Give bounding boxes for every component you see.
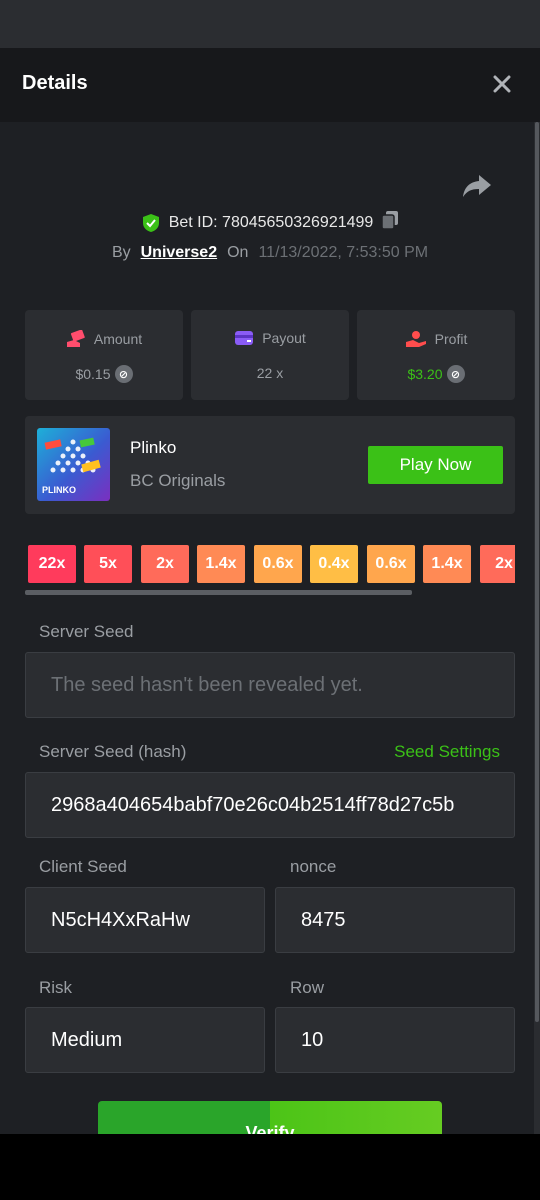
close-button[interactable] bbox=[486, 68, 518, 100]
multiplier-chip: 2x bbox=[480, 545, 515, 583]
payout-value: 22 x bbox=[256, 365, 284, 381]
amount-card: Amount $0.15 ⊘ bbox=[25, 310, 183, 400]
row-label: Row bbox=[290, 978, 325, 997]
modal-title: Details bbox=[22, 72, 88, 94]
share-button[interactable] bbox=[461, 172, 493, 200]
payout-card: Payout 22 x bbox=[191, 310, 349, 400]
verified-shield-icon bbox=[142, 213, 159, 232]
username-link[interactable]: Universe2 bbox=[141, 244, 218, 262]
game-provider: BC Originals bbox=[130, 471, 226, 490]
on-label: On bbox=[227, 244, 249, 261]
game-card: PLINKO Plinko BC Originals Play Now bbox=[25, 416, 515, 514]
bet-byline: By Universe2 On 11/13/2022, 7:53:50 PM bbox=[0, 244, 540, 262]
plinko-thumbnail[interactable]: PLINKO bbox=[37, 428, 110, 501]
client-seed-field[interactable]: N5cH4XxRaHw bbox=[25, 887, 265, 953]
modal-scrollbar[interactable] bbox=[534, 122, 540, 1134]
multiplier-chip: 0.6x bbox=[367, 545, 415, 583]
verify-button[interactable]: Verify bbox=[98, 1101, 442, 1134]
nonce-label: nonce bbox=[290, 857, 337, 876]
profit-hand-icon bbox=[405, 331, 426, 347]
multiplier-row[interactable]: 22x 5x 2x 1.4x 0.6x 0.4x 0.6x 1.4x 2x bbox=[25, 540, 515, 588]
client-seed-label: Client Seed bbox=[39, 857, 127, 876]
multiplier-chip: 1.4x bbox=[423, 545, 471, 583]
risk-field[interactable]: Medium bbox=[25, 1007, 265, 1073]
modal-header: Details bbox=[0, 48, 540, 122]
profit-label: Profit bbox=[434, 331, 468, 347]
bet-id: Bet ID: 78045650326921499 bbox=[168, 213, 374, 231]
server-seed-field[interactable]: The seed hasn't been revealed yet. bbox=[25, 652, 515, 718]
top-bar bbox=[0, 0, 540, 48]
server-seed-hash-field[interactable]: 2968a404654babf70e26c04b2514ff78d27c5b bbox=[25, 772, 515, 838]
multiplier-chip: 2x bbox=[141, 545, 189, 583]
amount-label: Amount bbox=[93, 331, 143, 347]
risk-label: Risk bbox=[39, 978, 73, 997]
wallet-icon bbox=[235, 331, 254, 345]
profit-card: Profit $3.20 ⊘ bbox=[357, 310, 515, 400]
multiplier-chip: 5x bbox=[84, 545, 132, 583]
copy-icon bbox=[381, 211, 399, 230]
crypto-coin-icon: ⊘ bbox=[446, 365, 465, 383]
bet-id-row: Bet ID: 78045650326921499 bbox=[0, 210, 540, 235]
share-icon bbox=[463, 175, 491, 197]
crypto-coin-icon: ⊘ bbox=[114, 365, 133, 383]
profit-value: $3.20 bbox=[407, 366, 443, 382]
game-name: Plinko bbox=[130, 438, 177, 457]
multiplier-chip: 0.6x bbox=[254, 545, 302, 583]
close-icon bbox=[493, 75, 511, 93]
row-field[interactable]: 10 bbox=[275, 1007, 515, 1073]
multiplier-chip: 22x bbox=[28, 545, 76, 583]
server-seed-hash-label: Server Seed (hash) bbox=[39, 742, 187, 761]
by-label: By bbox=[111, 244, 131, 261]
bottom-bar bbox=[0, 1134, 540, 1200]
details-modal: Details Bet ID: 78045650326921499 By Uni… bbox=[0, 48, 540, 1134]
payout-label: Payout bbox=[262, 330, 306, 346]
seed-settings-link[interactable]: Seed Settings bbox=[394, 742, 500, 762]
amount-value: $0.15 bbox=[75, 366, 111, 382]
bet-date: 11/13/2022, 7:53:50 PM bbox=[258, 244, 429, 261]
multiplier-chip: 1.4x bbox=[197, 545, 245, 583]
server-seed-label: Server Seed bbox=[39, 622, 134, 641]
play-now-button[interactable]: Play Now bbox=[368, 446, 503, 484]
multiplier-scrollbar[interactable] bbox=[25, 590, 412, 595]
money-hand-icon bbox=[66, 330, 85, 347]
multiplier-chip: 0.4x bbox=[310, 545, 358, 583]
thumbnail-label: PLINKO bbox=[42, 485, 77, 495]
copy-button[interactable] bbox=[381, 210, 399, 235]
nonce-field[interactable]: 8475 bbox=[275, 887, 515, 953]
